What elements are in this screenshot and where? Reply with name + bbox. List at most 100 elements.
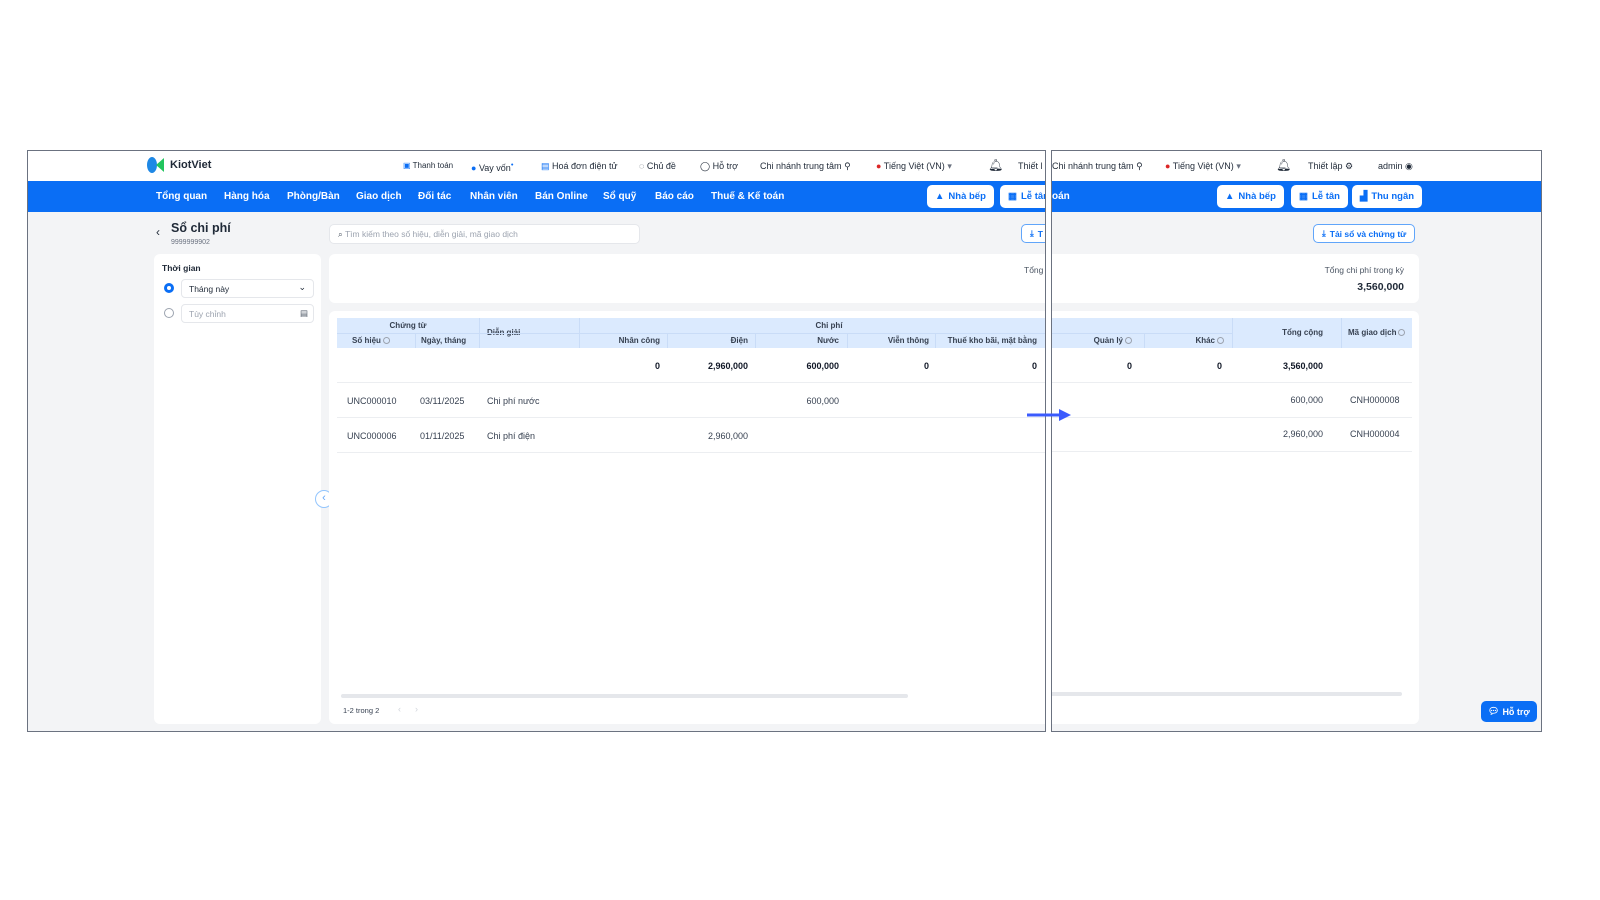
kitchen-button[interactable]: ▲ Nhà bếp [927,185,994,208]
location-pin-icon: ⚲ [1136,161,1143,171]
download-button[interactable]: ⤓ Tải sổ và chứng từ [1313,224,1416,243]
kiotviet-logo-icon [147,157,164,173]
custom-date-input[interactable]: Tùy chỉnh ▤ [181,304,314,323]
loan-link[interactable]: ● Vay vốn• [471,160,513,173]
period-select[interactable]: Tháng này ⌄ [181,279,314,298]
nav-overview[interactable]: Tổng quan [156,191,207,202]
kitchen-button[interactable]: ▲ Nhà bếp [1217,185,1284,208]
header-date: Ngày, tháng [421,336,467,345]
info-icon [1398,329,1406,337]
nav-reports[interactable]: Báo cáo [655,191,694,202]
nav-tables[interactable]: Phòng/Bàn [287,191,340,202]
info-icon [1217,337,1224,345]
prev-page-icon[interactable]: ‹ [398,704,401,714]
header-labor: Nhân công [618,336,660,345]
header-total: Tổng cộng [1282,328,1323,337]
search-icon: ⌕ [338,229,343,239]
nav-online[interactable]: Bán Online [535,191,588,202]
nav-cashbook[interactable]: Sổ quỹ [603,191,636,202]
header-cost: Chi phí [815,321,843,330]
gear-icon: ⚙ [1345,161,1354,171]
vn-flag-icon: ● [876,161,882,171]
theme-link[interactable]: ◌ Chủ đề [639,161,676,171]
header-water: Nước [817,336,839,345]
summary-label: Tổng chi phí trong kỳ [1324,265,1404,275]
horizontal-scrollbar[interactable] [341,694,908,698]
user-icon: ◉ [1405,161,1413,171]
page-subtitle: 9999999902 [171,239,210,246]
bell-icon[interactable]: 🔔︎ [1276,158,1291,172]
info-icon [382,337,390,345]
nav-products[interactable]: Hàng hóa [224,191,270,202]
help-button[interactable]: 💬︎ Hỗ trợ [1481,701,1537,722]
radio-this-month[interactable] [164,283,174,293]
table-header: Quản lý Khác Tổng cộng Mã giao dịch [1052,318,1412,348]
next-page-icon[interactable]: › [415,704,418,714]
reception-button[interactable]: ▦Lễ tân [1000,185,1045,208]
user-menu[interactable]: admin ◉ [1378,161,1413,172]
summary-value: 3,560,000 [1357,281,1404,293]
filter-sidebar: Thời gian Tháng này ⌄ Tùy chỉnh ▤ [154,254,321,724]
invoice-icon: ▤ [541,161,550,171]
calendar-check-icon: ▦ [1008,191,1017,202]
kitchen-icon: ▲ [1225,191,1235,202]
nav-partners[interactable]: Đối tác [418,191,451,202]
nav-tax-accounting[interactable]: Thuế & Kế toán [711,191,784,202]
header-electric: Điện [730,336,748,345]
header-telecom: Viễn thông [887,336,929,345]
chat-icon: ◯ [700,161,711,171]
nav-tax-accounting[interactable]: oán [1052,191,1070,202]
branch-selector[interactable]: Chi nhánh trung tâm ⚲ [1052,161,1143,172]
download-icon: ⤓ [1030,228,1034,238]
expense-table: Quản lý Khác Tổng cộng Mã giao dịch 0 0 … [1052,311,1419,724]
header-rent: Thuế kho bãi, mặt bằng [947,336,1037,345]
search-input[interactable]: ⌕ Tìm kiếm theo số hiệu, diễn giải, mã g… [329,224,640,244]
nav-transactions[interactable]: Giao dịch [356,191,402,202]
header-manage[interactable]: Quản lý [1052,336,1132,345]
caret-down-icon: ▾ [1236,161,1241,171]
reception-button[interactable]: ▦Lễ tân [1291,185,1348,208]
download-icon: ⤓ [1322,228,1326,238]
top-bar: KiotViet ▣ Thanh toán ● Vay vốn• ▤ Hoá đ… [28,151,1045,181]
settings-link[interactable]: Thiết l [1018,161,1043,171]
right-screenshot: Chi nhánh trung tâm ⚲ ● Tiếng Việt (VN) … [1051,150,1542,732]
vn-flag-icon: ● [1165,161,1171,171]
header-txn[interactable]: Mã giao dịch [1348,328,1406,337]
pagination-text: 1-2 trong 2 [343,706,380,715]
summary-card: Tổng chi phí trong kỳ 3,560,000 [1052,254,1419,303]
nav-staff[interactable]: Nhân viên [470,191,518,202]
download-button[interactable]: ⤓ T [1021,224,1045,243]
top-bar: Chi nhánh trung tâm ⚲ ● Tiếng Việt (VN) … [1052,151,1541,181]
kitchen-icon: ▲ [935,191,945,202]
header-voucher: Chứng từ [389,321,427,330]
einvoice-link[interactable]: ▤ Hoá đơn điện tử [541,161,618,172]
logo[interactable]: KiotViet [145,156,211,174]
language-selector[interactable]: ● Tiếng Việt (VN) ▾ [1165,161,1241,172]
main-nav: Tổng quan Hàng hóa Phòng/Bàn Giao dịch Đ… [28,181,1045,212]
branch-selector[interactable]: Chi nhánh trung tâm ⚲ [760,161,851,172]
payment-link[interactable]: ▣ Thanh toán [403,161,453,170]
header-other[interactable]: Khác [1142,336,1224,345]
calendar-icon: ▤ [299,308,308,318]
main-nav: oán ▲ Nhà bếp ▦ Lễ tân ▟ Thu ngân [1052,181,1541,212]
support-link[interactable]: ◯ Hỗ trợ [700,161,738,172]
filter-label: Thời gian [162,263,201,273]
radio-custom[interactable] [164,308,174,318]
money-bag-icon: ● [471,163,477,173]
back-icon[interactable]: ‹ [156,225,160,239]
language-selector[interactable]: ● Tiếng Việt (VN) ▾ [876,161,952,172]
payment-icon: ▣ [403,161,411,170]
info-icon [1125,337,1132,345]
page-title: Sổ chi phí [171,221,231,235]
bell-icon[interactable]: 🔔︎ [988,158,1003,172]
cashier-button[interactable]: ▟ Thu ngân [1352,185,1423,208]
location-pin-icon: ⚲ [844,161,851,171]
settings-link[interactable]: Thiết lập ⚙ [1308,161,1353,172]
summary-card: Tổng [329,254,1045,303]
caret-down-icon: ▾ [947,161,952,171]
calendar-check-icon: ▦ [1299,191,1308,202]
chevron-down-icon: ⌄ [298,282,306,292]
header-number[interactable]: Số hiệu [352,336,390,345]
horizontal-scrollbar[interactable] [1052,692,1402,696]
palette-icon: ◌ [639,161,645,171]
